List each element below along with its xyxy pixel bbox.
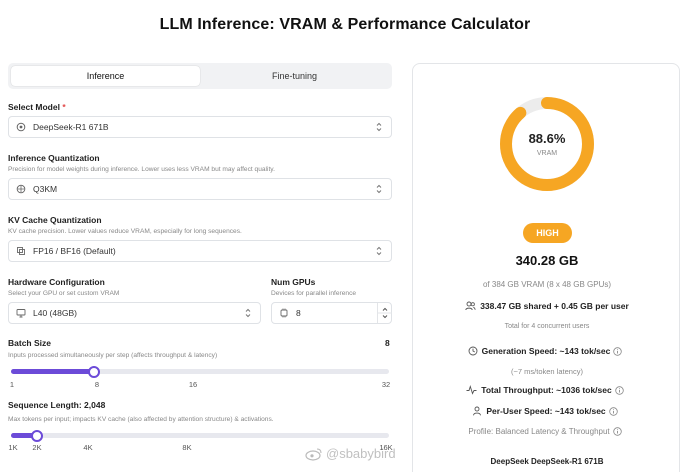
total-vram: 340.28 GB [515,253,579,268]
layers-icon [15,245,27,257]
info-icon[interactable] [612,427,622,436]
kv-quant-value: FP16 / BF16 (Default) [33,246,116,256]
batch-tick: 8 [94,380,100,389]
num-gpus-input[interactable]: 8 [271,302,392,324]
batch-tick: 16 [188,380,198,389]
seq-tick: 2K [32,443,42,452]
batch-size-slider[interactable] [11,365,389,378]
throughput-text: Total Throughput: ~1036 tok/sec [481,385,612,395]
batch-size-slider-fill [11,369,94,374]
monitor-icon [15,307,27,319]
info-icon[interactable] [608,406,618,416]
vram-capacity: of 384 GB VRAM (8 x 48 GB GPUs) [482,280,612,289]
profile-row: Profile: Balanced Latency & Throughput [413,427,681,436]
gpu-icon [278,307,290,319]
tab-fine-tuning[interactable]: Fine-tuning [200,66,389,86]
hardware-help: Select your GPU or set custom VRAM [8,290,120,297]
generation-speed-text: Generation Speed: ~143 tok/sec [481,346,611,356]
seq-tick: 1K [8,443,18,452]
chevron-updown-icon [245,308,251,318]
chevron-updown-icon [376,184,382,194]
weibo-logo-icon [305,447,322,461]
status-badge: HIGH [523,223,572,243]
latency-text: (~7 ms/token latency) [511,367,583,376]
inference-quant-value: Q3KM [33,184,58,194]
shared-memory-row: 338.47 GB shared + 0.45 GB per user [413,301,681,311]
results-card: 88.6% VRAM HIGH 340.28 GB of 384 GB VRAM… [412,63,680,472]
watermark: @sbabybird [305,446,396,461]
batch-size-slider-thumb[interactable] [88,365,100,378]
sequence-length-help: Max tokens per input; impacts KV cache (… [8,416,274,423]
sequence-length-slider-thumb[interactable] [31,429,43,442]
inference-quant-select[interactable]: Q3KM [8,178,392,200]
shared-memory-text: 338.47 GB shared + 0.45 GB per user [480,301,629,311]
kv-quant-label: KV Cache Quantization [8,215,102,225]
select-model-label-text: Select Model [8,102,60,112]
num-gpus-help: Devices for parallel inference [271,290,357,297]
gauge-percent: 88.6% [528,131,566,146]
generation-speed-row: Generation Speed: ~143 tok/sec [413,346,681,356]
batch-size-label: Batch Size [8,338,51,348]
batch-size-help: Inputs processed simultaneously per step… [8,352,218,359]
settings-panel: Inference Fine-tuning Select Model * Dee… [8,63,393,452]
hardware-value: L40 (48GB) [33,308,77,318]
activity-icon [466,385,477,395]
throughput-row: Total Throughput: ~1036 tok/sec [413,385,681,395]
required-mark: * [62,102,66,112]
model-icon [15,121,27,133]
page-title: LLM Inference: VRAM & Performance Calcul… [159,16,531,33]
quant-icon [15,183,27,195]
model-select-value: DeepSeek-R1 671B [33,122,109,132]
hardware-select[interactable]: L40 (48GB) [8,302,261,324]
info-icon[interactable] [615,385,624,395]
chevron-updown-icon [376,246,382,256]
watermark-text: @sbabybird [326,446,396,461]
users-icon [465,301,476,311]
num-gpus-value: 8 [296,308,301,318]
kv-quant-help: KV cache precision. Lower values reduce … [8,228,242,235]
per-user-speed-text: Per-User Speed: ~143 tok/sec [486,406,606,416]
inference-quant-help: Precision for model weights during infer… [8,166,275,173]
per-user-speed-row: Per-User Speed: ~143 tok/sec [413,406,681,416]
tab-inference[interactable]: Inference [11,66,200,86]
batch-tick: 1 [9,380,15,389]
chevron-updown-icon [376,122,382,132]
concurrent-users: Total for 4 concurrent users [504,323,590,330]
select-model-label: Select Model * [8,102,66,112]
gauge-label: VRAM [536,150,558,157]
model-name: DeepSeek DeepSeek-R1 671B [490,457,604,466]
clock-icon [468,346,478,356]
seq-tick: 8K [182,443,192,452]
num-gpus-label: Num GPUs [271,277,316,287]
user-icon [473,406,482,416]
num-gpus-stepper[interactable] [377,303,392,323]
kv-quant-select[interactable]: FP16 / BF16 (Default) [8,240,392,262]
batch-size-value: 8 [385,338,390,348]
sequence-length-slider[interactable] [11,429,389,442]
model-select[interactable]: DeepSeek-R1 671B [8,116,392,138]
info-icon[interactable] [613,346,623,356]
inference-quant-label: Inference Quantization [8,153,100,163]
profile-text: Profile: Balanced Latency & Throughput [468,427,610,436]
hardware-label: Hardware Configuration [8,277,105,287]
sequence-length-label: Sequence Length: 2,048 [8,400,106,410]
stepper-arrows-icon [378,307,392,319]
mode-tabs: Inference Fine-tuning [8,63,392,89]
batch-tick: 32 [381,380,391,389]
seq-tick: 4K [83,443,93,452]
